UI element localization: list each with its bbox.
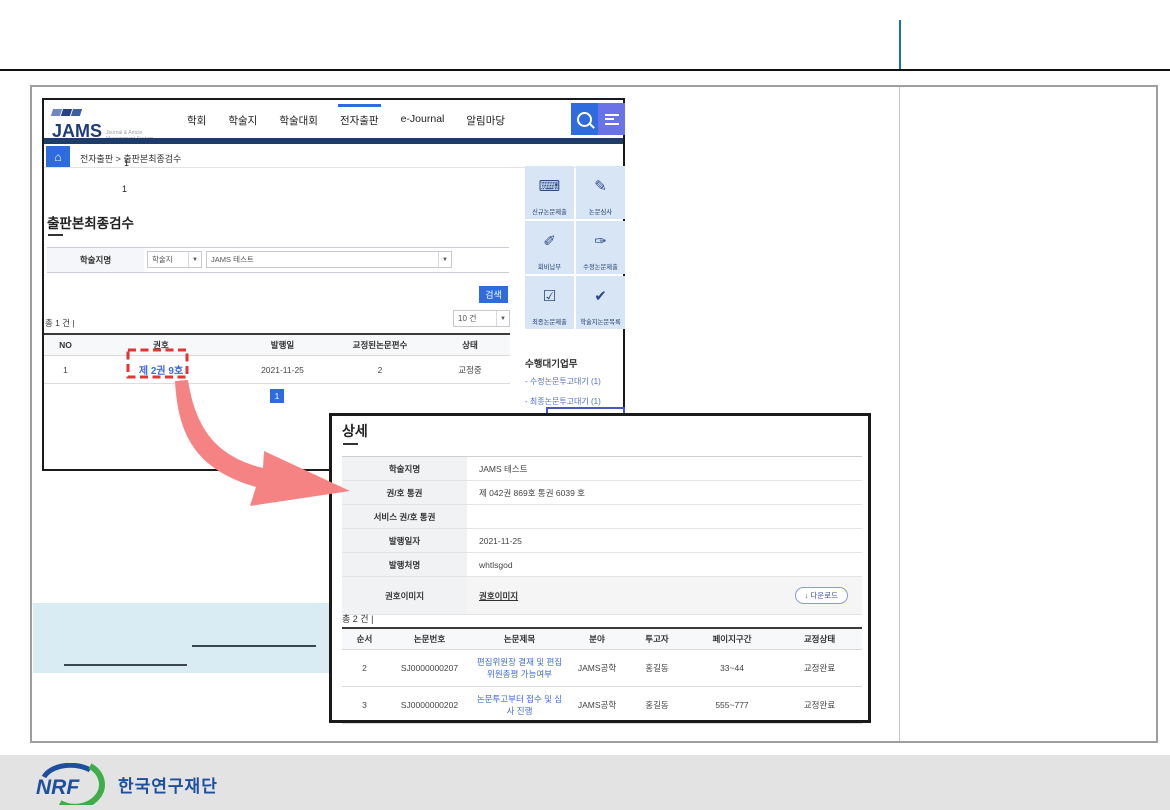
table-header-row: NO 권호 발행일 교정된논문편수 상태 [44,334,510,356]
footer-bar: NRF 한국연구재단 [0,755,1170,810]
article-title-link[interactable]: 편집위원장 결재 및 편집위원총평 가능여부 [477,657,562,679]
col-count: 교정된논문편수 [330,334,430,356]
jams-logo[interactable]: JAMS Journal & ArticleManagement System [52,103,153,142]
detail-row-cover-image: 권호이미지 권호이미지 ↓ 다운로드 [342,577,862,615]
quickmenu-new-submission[interactable]: ⌨신규논문제출 [525,166,574,219]
active-nav-bar [338,104,381,107]
nrf-logo-icon: NRF [32,763,108,805]
checkbox-faces-icon: ☑ [543,276,556,317]
nrf-logo: NRF 한국연구재단 [32,763,218,805]
col-author: 투고자 [627,628,687,650]
col-date: 발행일 [235,334,330,356]
nav-allimmadang[interactable]: 알림마당 [466,113,505,128]
quickmenu-revised-submission[interactable]: ✑수정논문제출 [576,221,625,274]
header-column-divider [899,20,901,69]
journal-name-label: 학술지명 [47,248,144,272]
checklist-icon: ✔ [594,276,607,317]
articles-header-row: 순서 논문번호 논문제목 분야 투고자 페이지구간 교정상태 [342,628,862,650]
search-icon-button[interactable] [571,103,598,135]
quill-paper-icon: ✐ [543,221,556,262]
svg-text:NRF: NRF [36,776,80,799]
cover-image-link[interactable]: 권호이미지 [479,590,518,602]
search-icon [577,112,592,127]
nav-underline-strip [44,138,623,144]
col-article-title: 논문제목 [472,628,567,650]
nrf-org-name: 한국연구재단 [118,772,218,797]
result-total: 총 1 건 | [45,317,75,329]
home-button[interactable]: ⌂ [46,146,70,167]
note-callout [33,603,330,673]
quick-menu: ⌨신규논문제출 ✎논문심사 ✐회비납부 ✑수정논문제출 ☑최종논문제출 ✔학술지… [525,166,625,329]
jams-logo-diamonds-icon [52,103,153,121]
table-row: 1 제 2권 9호 2021-11-25 2 교정중 [44,356,510,384]
quickmenu-review[interactable]: ✎논문심사 [576,166,625,219]
issue-link[interactable]: 제 2권 9호 [139,366,183,377]
col-pages: 페이지구간 [687,628,777,650]
col-no: NO [44,334,87,356]
issues-table: NO 권호 발행일 교정된논문편수 상태 1 제 2권 9호 2021-11-2… [44,333,510,384]
detail-popup: 상세 학술지명JAMS 테스트 권/호 통권제 042권 869호 통권 603… [329,413,871,723]
page-title-underline [48,234,63,236]
col-issue: 권호 [87,334,235,356]
articles-table: 순서 논문번호 논문제목 분야 투고자 페이지구간 교정상태 2 SJ00000… [342,627,862,724]
keyboard-icon: ⌨ [539,166,561,207]
article-row: 2 SJ0000000207 편집위원장 결재 및 편집위원총평 가능여부 JA… [342,650,862,687]
quickmenu-final-submission[interactable]: ☑최종논문제출 [525,276,574,329]
pagination-page-1[interactable]: 1 [270,389,284,403]
col-order: 순서 [342,628,387,650]
detail-row-publisher: 발행처명whtlsgod [342,553,862,577]
pencil-bulb-icon: ✎ [594,166,607,207]
annotation-artifact-1: 1 [124,158,129,168]
cell-date: 2021-11-25 [235,356,330,384]
search-button[interactable]: 검색 [479,286,508,303]
detail-row-service-volume: 서비스 권/호 통권 [342,505,862,529]
home-icon: ⌂ [54,150,61,164]
col-proof-status: 교정상태 [777,628,862,650]
article-total: 총 2 건 | [342,612,373,625]
hamburger-icon [605,111,619,127]
col-status: 상태 [430,334,510,356]
quickmenu-article-list[interactable]: ✔학술지논문목록 [576,276,625,329]
content-frame-divider [899,87,900,741]
page-size-select[interactable]: 10 건▼ [453,310,510,327]
note-blank-line-1 [192,645,316,647]
annotation-artifact-2: 1 [122,184,127,194]
chevron-down-icon: ▼ [438,252,451,267]
pending-task-final[interactable]: - 최종논문투고대기 (1) [525,396,601,407]
article-row: 3 SJ0000000202 논문투고부터 접수 및 심사 진행 JAMS공학 … [342,687,862,724]
jams-main-nav: 학회 학술지 학술대회 전자출판 e-Journal 알림마당 [187,113,505,128]
menu-button[interactable] [598,103,625,135]
pending-tasks-title: 수행대기업무 [525,356,577,370]
quickmenu-fee-payment[interactable]: ✐회비납부 [525,221,574,274]
journal-select[interactable]: JAMS 테스트▼ [206,251,452,268]
col-article-no: 논문번호 [387,628,472,650]
chevron-down-icon: ▼ [188,252,201,267]
issue-detail-table: 학술지명JAMS 테스트 권/호 통권제 042권 869호 통권 6039 호… [342,456,862,615]
header-rule [0,69,1170,71]
chevron-down-icon: ▼ [496,311,509,326]
cell-count: 2 [330,356,430,384]
cell-status: 교정중 [430,356,510,384]
breadcrumb[interactable]: 전자출판 > 출판본최종검수 [80,152,181,165]
page-title: 출판본최종검수 [47,212,134,232]
nav-ejournal[interactable]: e-Journal [401,113,445,128]
popup-title: 상세 [342,421,368,441]
nav-hakhoe[interactable]: 학회 [187,113,206,128]
cell-no: 1 [44,356,87,384]
note-blank-line-2 [64,664,187,666]
popup-title-underline [343,443,358,445]
manual-page: JAMS Journal & ArticleManagement System … [0,0,1170,810]
nav-haksuldaehoe[interactable]: 학술대회 [279,113,318,128]
nav-haksulji[interactable]: 학술지 [228,113,257,128]
nav-jeonjachulpan-active[interactable]: 전자출판 [340,113,379,128]
memo-pencil-icon: ✑ [594,221,607,262]
detail-row-journal: 학술지명JAMS 테스트 [342,456,862,481]
pending-task-revised[interactable]: - 수정논문투고대기 (1) [525,376,601,387]
col-field: 분야 [567,628,627,650]
article-title-link[interactable]: 논문투고부터 접수 및 심사 진행 [477,694,562,716]
download-button[interactable]: ↓ 다운로드 [795,587,848,604]
detail-row-volume: 권/호 통권제 042권 869호 통권 6039 호 [342,481,862,505]
detail-row-pubdate: 발행일자2021-11-25 [342,529,862,553]
journal-type-select[interactable]: 학술지▼ [147,251,202,268]
